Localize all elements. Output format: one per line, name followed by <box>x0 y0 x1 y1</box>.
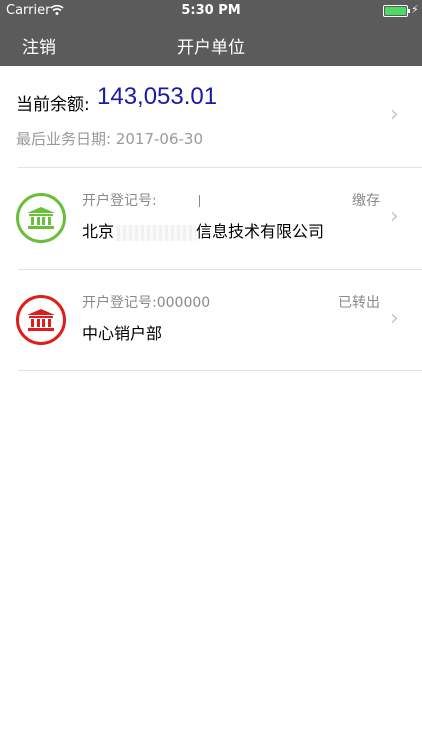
redacted-text <box>114 224 197 241</box>
unit-name: 北京 信息技术有限公司 <box>82 222 325 241</box>
status-time: 5:30 PM <box>181 3 241 18</box>
unit-row[interactable]: 开户登记号: 缴存 北京 信息技术有限公司 › <box>0 168 422 269</box>
charging-icon: ⚡ <box>411 3 419 16</box>
chevron-right-icon: › <box>390 204 399 229</box>
balance-value: 143,053.01 <box>97 83 218 110</box>
battery-tip <box>408 9 410 13</box>
page-title: 开户单位 <box>177 38 245 58</box>
bank-icon <box>16 295 66 345</box>
unit-name: 中心销户部 <box>82 324 163 343</box>
chevron-right-icon: › <box>390 306 399 331</box>
nav-bar: 注销 开户单位 <box>0 22 422 66</box>
chevron-right-icon: › <box>390 102 399 127</box>
status-badge: 已转出 <box>338 295 380 311</box>
status-badge: 缴存 <box>352 193 380 209</box>
status-bar: Carrier 5:30 PM ⚡ <box>0 0 422 22</box>
unit-row[interactable]: 开户登记号:000000 已转出 中心销户部 › <box>0 270 422 371</box>
battery-icon <box>383 5 408 17</box>
divider <box>18 370 422 371</box>
balance-row[interactable]: 当前余额: 143,053.01 最后业务日期: 2017-06-30 › <box>0 66 422 167</box>
balance-label: 当前余额: <box>16 95 90 115</box>
last-business-date: 最后业务日期: 2017-06-30 <box>16 130 203 148</box>
bank-icon <box>16 193 66 243</box>
registration-number: 开户登记号:000000 <box>82 295 211 311</box>
registration-number: 开户登记号: <box>82 190 200 210</box>
